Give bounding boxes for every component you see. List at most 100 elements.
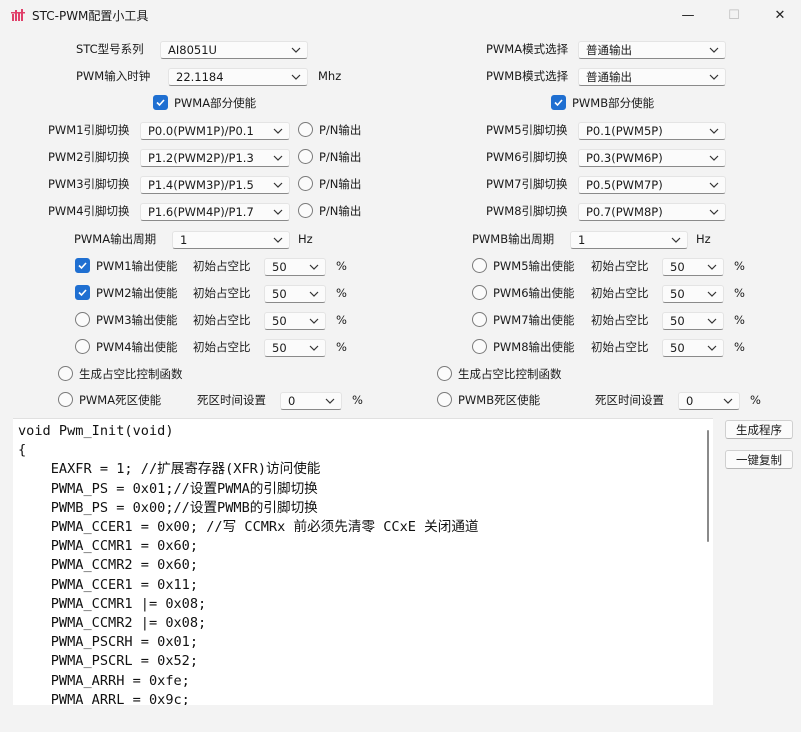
pwm2-duty-select[interactable]: 50 <box>264 285 326 303</box>
pwma-dead-checkbox[interactable] <box>58 392 73 407</box>
chevron-down-icon <box>309 264 319 270</box>
pwm3-enable-checkbox[interactable] <box>75 312 90 327</box>
check-icon <box>156 99 165 107</box>
close-button[interactable]: ✕ <box>757 0 801 30</box>
pwm7-duty-label: 初始占空比 <box>591 313 649 327</box>
app-icon <box>11 9 25 21</box>
pwmb-mode-label: PWMB模式选择 <box>486 69 569 83</box>
code-scrollbar[interactable] <box>707 430 709 542</box>
pwm8-pin-select[interactable]: P0.7(PWM8P) <box>578 203 726 221</box>
chevron-down-icon <box>309 291 319 297</box>
pwma-enable-checkbox[interactable] <box>153 95 168 110</box>
generate-button[interactable]: 生成程序 <box>725 420 793 439</box>
chevron-down-icon <box>723 398 733 404</box>
dead-time-b-select[interactable]: 0 <box>678 392 740 410</box>
copy-button[interactable]: 一键复制 <box>725 450 793 469</box>
pwm7-pin-value: P0.5(PWM7P) <box>586 178 663 192</box>
pwm1-pin-select[interactable]: P0.0(PWM1P)/P0.1 <box>140 122 290 140</box>
pwma-period-label: PWMA输出周期 <box>74 232 157 246</box>
pwm1-pn-checkbox[interactable] <box>298 122 313 137</box>
pwma-mode-select[interactable]: 普通输出 <box>578 41 726 59</box>
pwm8-duty-pct: % <box>734 340 745 354</box>
pwmb-enable-label: PWMB部分使能 <box>572 96 655 110</box>
gen-duty-a-checkbox[interactable] <box>58 366 73 381</box>
pwm4-duty-select[interactable]: 50 <box>264 339 326 357</box>
pwm1-duty-value: 50 <box>272 260 287 274</box>
pwm3-pn-checkbox[interactable] <box>298 176 313 191</box>
pwma-mode-value: 普通输出 <box>586 43 632 57</box>
maximize-icon: ☐ <box>728 7 740 23</box>
pwm5-pin-select[interactable]: P0.1(PWM5P) <box>578 122 726 140</box>
pwma-mode-label: PWMA模式选择 <box>486 42 569 56</box>
pwmb-mode-value: 普通输出 <box>586 70 632 84</box>
dead-time-a-value: 0 <box>288 394 296 408</box>
pwm4-enable-checkbox[interactable] <box>75 339 90 354</box>
pwm3-pin-select[interactable]: P1.4(PWM3P)/P1.5 <box>140 176 290 194</box>
pwm6-pin-label: PWM6引脚切换 <box>486 150 568 164</box>
chevron-down-icon <box>707 291 717 297</box>
pwm5-enable-checkbox[interactable] <box>472 258 487 273</box>
pwma-period-unit: Hz <box>298 232 313 246</box>
pwm6-pin-select[interactable]: P0.3(PWM6P) <box>578 149 726 167</box>
check-icon <box>78 262 87 270</box>
pwm2-duty-pct: % <box>336 286 347 300</box>
pwm8-duty-select[interactable]: 50 <box>662 339 724 357</box>
clock-select[interactable]: 22.1184 <box>168 68 308 86</box>
app-window: STC-PWM配置小工具 — ☐ ✕ STC型号系列 AI8051U PWM输入… <box>0 0 801 732</box>
chevron-down-icon <box>309 345 319 351</box>
model-value: AI8051U <box>168 43 217 57</box>
pwm1-pin-value: P0.0(PWM1P)/P0.1 <box>148 124 254 138</box>
pwm2-pin-select[interactable]: P1.2(PWM2P)/P1.3 <box>140 149 290 167</box>
pwm1-enable-checkbox[interactable] <box>75 258 90 273</box>
model-select[interactable]: AI8051U <box>160 41 308 59</box>
pwmb-period-unit: Hz <box>696 232 711 246</box>
clock-unit: Mhz <box>318 69 342 83</box>
pwm7-duty-select[interactable]: 50 <box>662 312 724 330</box>
clock-label: PWM输入时钟 <box>76 69 151 83</box>
gen-duty-a-label: 生成占空比控制函数 <box>79 367 183 381</box>
pwm7-enable-checkbox[interactable] <box>472 312 487 327</box>
pwmb-period-select[interactable]: 1 <box>570 231 688 249</box>
pwm2-pn-label: P/N输出 <box>319 150 362 164</box>
minimize-button[interactable]: — <box>665 0 711 30</box>
pwm7-pin-select[interactable]: P0.5(PWM7P) <box>578 176 726 194</box>
pwm2-enable-checkbox[interactable] <box>75 285 90 300</box>
pwm4-pn-checkbox[interactable] <box>298 203 313 218</box>
pwm4-pn-label: P/N输出 <box>319 204 362 218</box>
pwm1-duty-pct: % <box>336 259 347 273</box>
check-icon <box>554 99 563 107</box>
model-label: STC型号系列 <box>76 42 144 56</box>
code-output[interactable]: void Pwm_Init(void) { EAXFR = 1; //扩展寄存器… <box>13 418 713 705</box>
pwm7-enable-label: PWM7输出使能 <box>493 313 575 327</box>
pwmb-mode-select[interactable]: 普通输出 <box>578 68 726 86</box>
dead-time-a-pct: % <box>352 393 363 407</box>
close-icon: ✕ <box>774 7 786 23</box>
pwmb-dead-checkbox[interactable] <box>437 392 452 407</box>
pwmb-enable-checkbox[interactable] <box>551 95 566 110</box>
pwm7-duty-value: 50 <box>670 314 685 328</box>
pwm4-pin-select[interactable]: P1.6(PWM4P)/P1.7 <box>140 203 290 221</box>
gen-duty-b-checkbox[interactable] <box>437 366 452 381</box>
chevron-down-icon <box>273 128 283 134</box>
pwm7-pin-label: PWM7引脚切换 <box>486 177 568 191</box>
pwm1-duty-select[interactable]: 50 <box>264 258 326 276</box>
pwm4-pin-value: P1.6(PWM4P)/P1.7 <box>148 205 254 219</box>
pwm2-pin-value: P1.2(PWM2P)/P1.3 <box>148 151 254 165</box>
chevron-down-icon <box>709 47 719 53</box>
pwm8-enable-checkbox[interactable] <box>472 339 487 354</box>
chevron-down-icon <box>273 155 283 161</box>
maximize-button[interactable]: ☐ <box>711 0 757 30</box>
dead-time-a-select[interactable]: 0 <box>280 392 342 410</box>
pwm3-duty-select[interactable]: 50 <box>264 312 326 330</box>
pwm6-enable-checkbox[interactable] <box>472 285 487 300</box>
pwm5-duty-select[interactable]: 50 <box>662 258 724 276</box>
chevron-down-icon <box>709 74 719 80</box>
pwm2-pn-checkbox[interactable] <box>298 149 313 164</box>
pwm3-pn-label: P/N输出 <box>319 177 362 191</box>
pwm3-duty-value: 50 <box>272 314 287 328</box>
pwma-period-select[interactable]: 1 <box>172 231 290 249</box>
pwm8-duty-label: 初始占空比 <box>591 340 649 354</box>
pwmb-dead-label: PWMB死区使能 <box>458 393 541 407</box>
pwm5-enable-label: PWM5输出使能 <box>493 259 575 273</box>
pwm6-duty-select[interactable]: 50 <box>662 285 724 303</box>
